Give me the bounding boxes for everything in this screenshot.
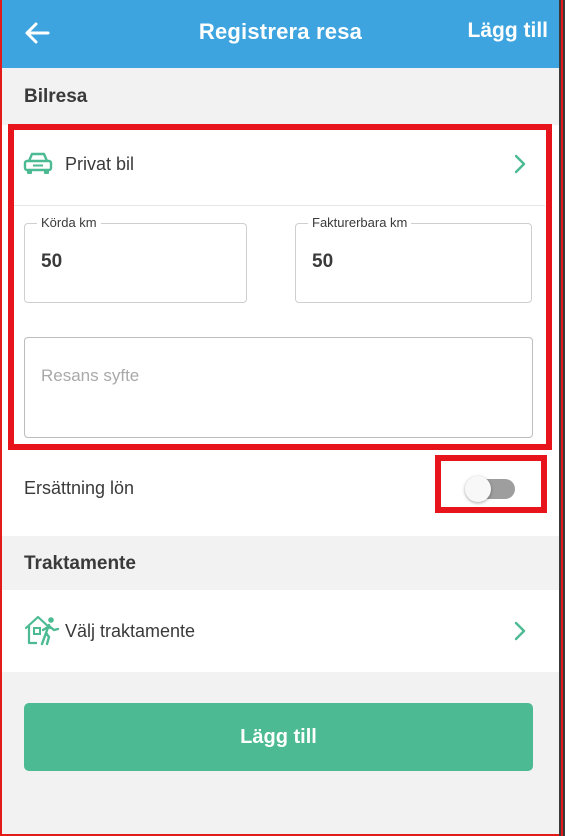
bilresa-section-title: Bilresa <box>24 86 88 107</box>
vehicle-label: Privat bil <box>65 154 135 174</box>
traktamente-section-title: Traktamente <box>24 553 136 574</box>
allowance-select-row[interactable]: Välj traktamente <box>2 590 559 672</box>
chevron-right-icon <box>514 621 526 641</box>
app-screen: Registrera resa Lägg till Bilresa Privat… <box>0 0 565 836</box>
salary-compensation-label: Ersättning lön <box>24 478 135 498</box>
house-walking-person-icon <box>24 615 60 646</box>
traktamente-section-header: Traktamente <box>2 536 559 590</box>
bilresa-section-header: Bilresa <box>2 68 559 125</box>
billable-km-field[interactable]: Fakturerbara km 50 <box>295 215 532 303</box>
allowance-select-label: Välj traktamente <box>65 621 196 641</box>
driven-km-label: Körda km <box>37 215 101 230</box>
divider <box>14 205 545 206</box>
driven-km-field[interactable]: Körda km 50 <box>24 215 247 303</box>
driven-km-value: 50 <box>41 251 63 272</box>
trip-purpose-placeholder: Resans syfte <box>41 366 140 385</box>
window-border-right-accent <box>561 0 563 836</box>
car-icon <box>23 152 53 174</box>
chevron-right-icon <box>514 154 526 174</box>
billable-km-value: 50 <box>312 251 334 272</box>
trip-purpose-input[interactable]: Resans syfte <box>24 337 533 438</box>
vehicle-select-row[interactable]: Privat bil <box>2 125 559 205</box>
top-bar: Registrera resa Lägg till <box>2 0 559 68</box>
add-trip-button[interactable]: Lägg till <box>24 703 533 771</box>
toggle-thumb <box>465 476 491 502</box>
salary-compensation-toggle[interactable] <box>465 476 517 502</box>
window-border-left <box>0 0 2 836</box>
add-header-button[interactable]: Lägg till <box>468 19 549 43</box>
billable-km-label: Fakturerbara km <box>308 215 412 230</box>
